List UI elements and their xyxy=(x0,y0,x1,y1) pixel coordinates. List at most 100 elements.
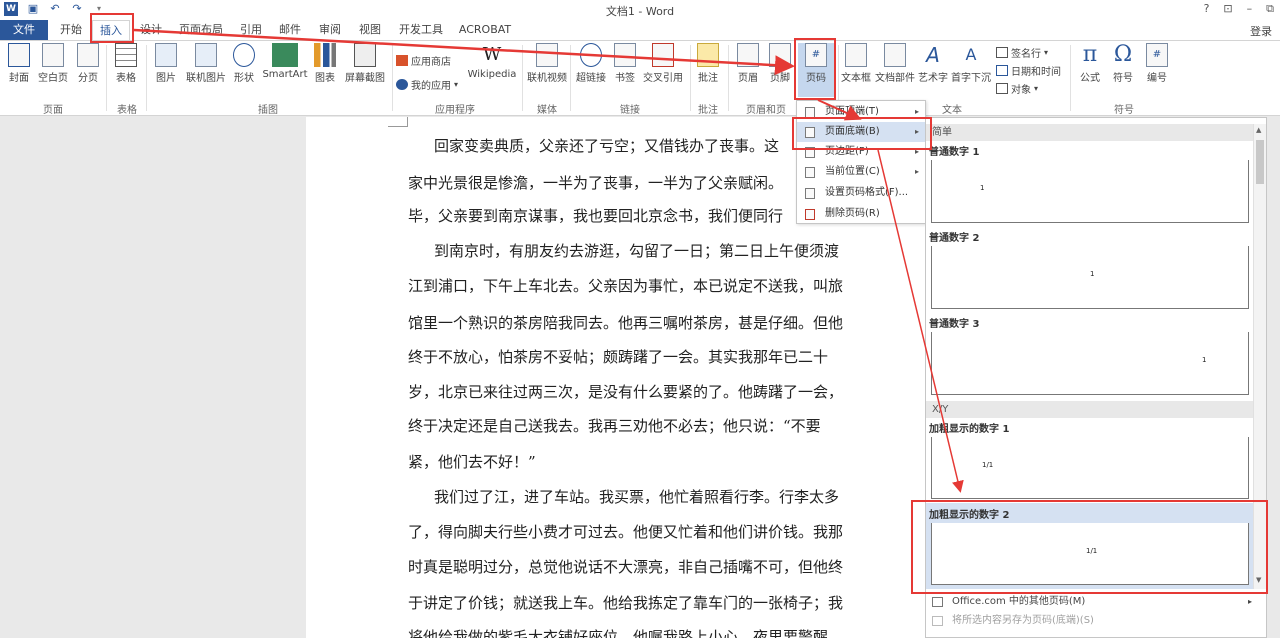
window-title: 文档1 - Word xyxy=(605,5,675,18)
object-button[interactable]: 对象 ▾ xyxy=(996,81,1038,96)
equation-button[interactable]: π 公式 xyxy=(1076,42,1104,85)
table-button[interactable]: 表格 xyxy=(112,43,140,84)
page-break-button[interactable]: 分页 xyxy=(74,43,102,84)
numbering-button[interactable]: # 编号 xyxy=(1142,43,1172,84)
drop-cap-button[interactable]: A 首字下沉 xyxy=(950,43,992,84)
tab-layout[interactable]: 页面布局 xyxy=(174,20,228,40)
smartart-button[interactable]: SmartArt xyxy=(262,43,308,80)
group-label-comments: 批注 xyxy=(698,105,718,116)
submenu-arrow-icon: ▸ xyxy=(914,167,919,176)
signature-icon xyxy=(996,47,1008,58)
numbering-icon: # xyxy=(1146,43,1168,67)
comment-button[interactable]: 批注 xyxy=(694,43,722,84)
menu-item-format-page-numbers[interactable]: 设置页码格式(F)... xyxy=(797,183,925,203)
online-video-button[interactable]: 联机视频 xyxy=(526,43,568,84)
cross-reference-icon xyxy=(652,43,674,67)
picture-button[interactable]: 图片 xyxy=(152,43,180,84)
ribbon: 封面 空白页 分页 表格 图片 联机图片 形状 SmartArt 图表 屏幕截图… xyxy=(0,40,1280,116)
wikipedia-icon: W xyxy=(482,44,502,65)
format-page-numbers-icon xyxy=(805,188,815,199)
minimize-button[interactable]: – xyxy=(1247,2,1253,16)
wordart-button[interactable]: A 艺术字 xyxy=(918,43,948,84)
annotation-box-insert-tab xyxy=(90,13,134,43)
group-label-media: 媒体 xyxy=(537,105,557,116)
document-line: 了，得向脚夫行些小费才可过去。他便又忙着和他们讲价钱。我那 xyxy=(408,523,844,541)
text-box-button[interactable]: 文本框 xyxy=(840,43,872,84)
shapes-icon xyxy=(233,43,255,67)
bookmark-button[interactable]: 书签 xyxy=(612,43,638,84)
group-separator xyxy=(392,45,393,111)
online-picture-button[interactable]: 联机图片 xyxy=(184,43,228,84)
sign-in-link[interactable]: 登录 xyxy=(1250,23,1272,39)
tab-developer[interactable]: 开发工具 xyxy=(394,20,448,40)
tab-acrobat[interactable]: ACROBAT xyxy=(456,20,514,40)
pi-icon: π xyxy=(1082,42,1098,67)
picture-icon xyxy=(155,43,177,67)
group-separator xyxy=(570,45,571,111)
quick-parts-button[interactable]: 文档部件 xyxy=(874,43,916,84)
scroll-up-icon[interactable]: ▲ xyxy=(1256,126,1261,134)
shapes-button[interactable]: 形状 xyxy=(232,43,256,84)
signature-line-button[interactable]: 签名行 ▾ xyxy=(996,45,1048,60)
quick-parts-icon xyxy=(884,43,906,67)
tab-review[interactable]: 审阅 xyxy=(315,20,345,40)
chart-button[interactable]: 图表 xyxy=(312,43,338,84)
document-line: 岁，北京已来往过两三次，是没有什么要紧的了。他踌躇了一会， xyxy=(408,383,844,401)
help-button[interactable]: ? xyxy=(1204,2,1210,16)
window-controls: ? ⊡ – ⧉ xyxy=(1204,2,1274,16)
my-apps-button[interactable]: 我的应用 ▾ xyxy=(396,77,458,92)
ribbon-display-icon[interactable]: ⊡ xyxy=(1223,2,1232,16)
store-icon xyxy=(396,55,408,66)
store-button[interactable]: 应用商店 xyxy=(396,53,451,68)
cover-page-icon xyxy=(8,43,30,67)
camera-icon xyxy=(354,43,376,67)
group-separator xyxy=(146,45,147,111)
submenu-arrow-icon: ▸ xyxy=(1247,597,1252,606)
tab-home[interactable]: 开始 xyxy=(54,20,88,40)
ribbon-tabs: 文件 开始 插入 设计 页面布局 引用 邮件 审阅 视图 开发工具 ACROBA… xyxy=(0,20,1280,40)
bookmark-icon xyxy=(614,43,636,67)
gallery-item-title: 普通数字 2 xyxy=(929,233,980,244)
hyperlink-button[interactable]: 超链接 xyxy=(574,43,608,84)
document-line: 我们过了江，进了车站。我买票，他忙着照看行李。行李太多 xyxy=(434,488,840,506)
drop-cap-icon: A xyxy=(965,45,977,64)
menu-item-current-position[interactable]: 当前位置(C) ▸ xyxy=(797,162,925,182)
tab-view[interactable]: 视图 xyxy=(355,20,385,40)
tab-references[interactable]: 引用 xyxy=(236,20,266,40)
more-page-numbers-link[interactable]: Office.com 中的其他页码(M) ▸ xyxy=(926,593,1266,611)
gallery-item-plain-number-1[interactable]: 1 xyxy=(931,160,1249,223)
document-line: 将他给我做的紫毛大衣铺好座位。他嘱我路上小心，夜里要警醒 xyxy=(408,628,829,638)
scrollbar-thumb[interactable] xyxy=(1256,140,1264,184)
gallery-item-title: 普通数字 3 xyxy=(929,319,980,330)
object-icon xyxy=(996,83,1008,94)
comment-icon xyxy=(697,43,719,67)
symbol-button[interactable]: Ω 符号 xyxy=(1108,43,1138,85)
blank-page-button[interactable]: 空白页 xyxy=(36,43,70,84)
tab-mailings[interactable]: 邮件 xyxy=(275,20,305,40)
group-label-symbols: 符号 xyxy=(1114,105,1134,116)
footer-button[interactable]: 页脚 xyxy=(766,43,794,84)
tab-design[interactable]: 设计 xyxy=(136,20,166,40)
office-icon xyxy=(932,597,943,607)
cross-reference-button[interactable]: 交叉引用 xyxy=(640,43,686,84)
restore-icon[interactable]: ⧉ xyxy=(1266,2,1274,16)
wikipedia-button[interactable]: W Wikipedia xyxy=(466,43,518,80)
menu-item-remove-page-numbers[interactable]: 删除页码(R) xyxy=(797,204,925,224)
document-line: 时真是聪明过分，总觉他说话不大漂亮，非自己插嘴不可，但他终 xyxy=(408,558,844,576)
date-time-button[interactable]: 日期和时间 xyxy=(996,63,1061,78)
page-break-icon xyxy=(77,43,99,67)
cover-page-button[interactable]: 封面 xyxy=(6,43,32,84)
tab-file[interactable]: 文件 xyxy=(0,20,48,40)
document-line: 终于不放心，怕茶房不妥帖；颇踌躇了一会。其实我那年已二十 xyxy=(408,348,829,366)
header-button[interactable]: 页眉 xyxy=(734,43,762,84)
online-picture-icon xyxy=(195,43,217,67)
hyperlink-icon xyxy=(580,43,602,67)
screenshot-button[interactable]: 屏幕截图 xyxy=(342,43,388,84)
gallery-item-bold-number-1[interactable]: 1/1 xyxy=(931,437,1249,499)
annotation-box-page-number xyxy=(794,38,836,100)
title-bar: W ▣ ↶ ↷ ▾ 文档1 - Word ? ⊡ – ⧉ xyxy=(0,0,1280,20)
gallery-item-plain-number-3[interactable]: 1 xyxy=(931,332,1249,395)
gallery-item-plain-number-2[interactable]: 1 xyxy=(931,246,1249,309)
document-line: 馆里一个熟识的茶房陪我同去。他再三嘱咐茶房，甚是仔细。但他 xyxy=(408,314,844,332)
annotation-box-bold-number-2 xyxy=(911,500,1268,594)
